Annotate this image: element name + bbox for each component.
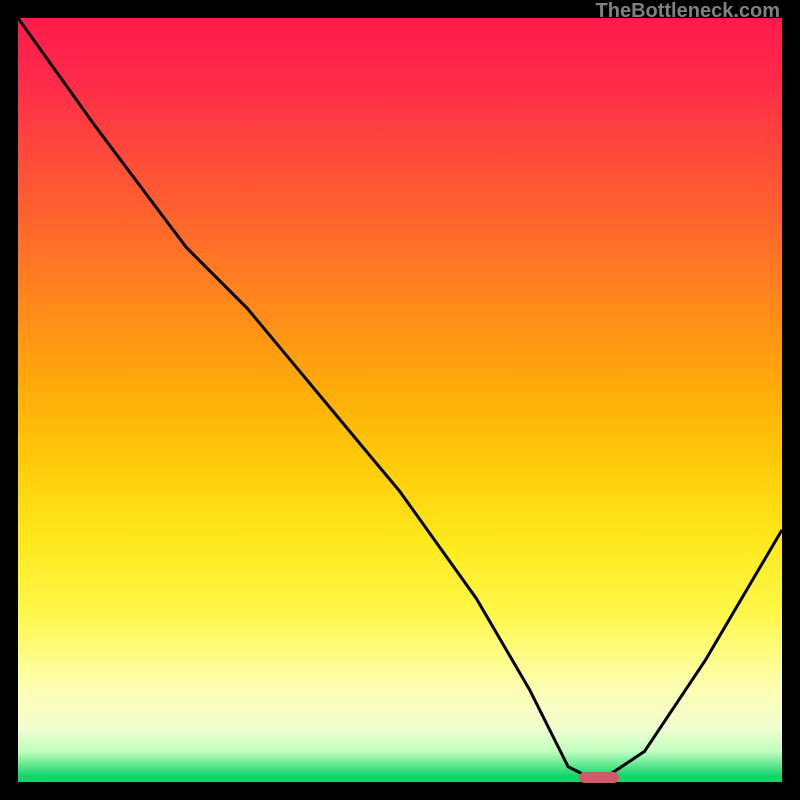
bottleneck-curve-path <box>18 18 782 782</box>
watermark-text: TheBottleneck.com <box>596 0 780 23</box>
plot-area <box>18 18 782 782</box>
bottleneck-curve-svg <box>18 18 782 782</box>
minimum-marker <box>579 772 619 783</box>
chart-container: TheBottleneck.com <box>0 0 800 800</box>
